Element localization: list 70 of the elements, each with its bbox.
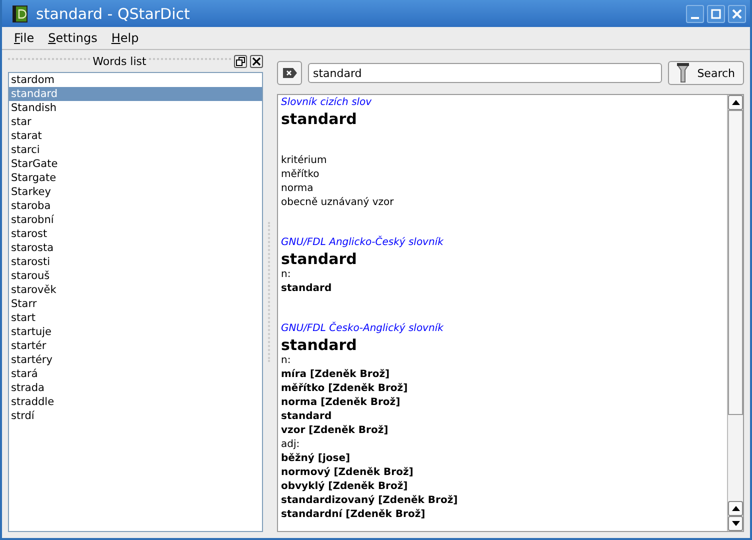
list-item[interactable]: starat: [9, 129, 262, 143]
list-item[interactable]: strada: [9, 381, 262, 395]
list-item[interactable]: staroba: [9, 199, 262, 213]
list-item[interactable]: strdí: [9, 409, 262, 423]
definition-line: míra [Zdeněk Brož]: [281, 368, 391, 382]
definition-line: vzor [Zdeněk Brož]: [281, 424, 390, 438]
definition-line: standard: [281, 410, 333, 424]
list-item[interactable]: startér: [9, 339, 262, 353]
window-title: standard - QStarDict: [36, 4, 190, 22]
list-item[interactable]: star: [9, 115, 262, 129]
definition-line: měřítko [Zdeněk Brož]: [281, 382, 409, 396]
up-arrow-icon: [732, 100, 740, 105]
list-item[interactable]: Starkey: [9, 185, 262, 199]
list-item[interactable]: Standish: [9, 101, 262, 115]
definition-line: obvyklý [Zdeněk Brož]: [281, 480, 409, 494]
close-icon: [731, 8, 743, 20]
funnel-icon: [677, 63, 690, 83]
definition-line: adj:: [281, 438, 301, 452]
list-item[interactable]: starosta: [9, 241, 262, 255]
list-item[interactable]: start: [9, 311, 262, 325]
minimize-button[interactable]: [686, 4, 704, 22]
down-arrow-icon: [732, 521, 740, 526]
search-button[interactable]: Search: [668, 61, 744, 85]
dock-title: Words list: [92, 54, 146, 68]
definition-line: obecně uznávaný vzor: [281, 196, 395, 210]
list-item[interactable]: stardom: [9, 73, 262, 87]
list-item[interactable]: starouš: [9, 269, 262, 283]
close-button[interactable]: [250, 54, 264, 68]
definition-line: normový [Zdeněk Brož]: [281, 466, 414, 480]
list-item[interactable]: Stargate: [9, 171, 262, 185]
definition-line: běžný [jose]: [281, 452, 352, 466]
definition-line: kritérium: [281, 154, 328, 168]
list-item[interactable]: starosti: [9, 255, 262, 269]
definition-line: měřítko: [281, 168, 320, 182]
scrollbar[interactable]: [727, 95, 743, 531]
definition-line: standardní [Zdeněk Brož]: [281, 508, 426, 522]
list-item[interactable]: straddle: [9, 395, 262, 409]
menu-item[interactable]: Settings: [44, 31, 102, 45]
app-icon: [12, 4, 28, 22]
float-button[interactable]: [234, 54, 248, 68]
list-item[interactable]: starobní: [9, 213, 262, 227]
menu-item[interactable]: File: [10, 31, 38, 45]
definition-line: norma: [281, 182, 314, 196]
list-item[interactable]: Starr: [9, 297, 262, 311]
list-item[interactable]: starci: [9, 143, 262, 157]
headword: standard: [281, 110, 358, 128]
up-arrow-icon: [732, 506, 740, 511]
definition-line: norma [Zdeněk Brož]: [281, 396, 402, 410]
dictionary-name: GNU/FDL Česko-Anglický slovník: [281, 322, 444, 336]
list-item[interactable]: startéry: [9, 353, 262, 367]
clear-icon: [282, 67, 298, 79]
maximize-icon: [710, 8, 722, 20]
list-item[interactable]: starověk: [9, 283, 262, 297]
dictionary-name: GNU/FDL Anglicko-Český slovník: [281, 236, 444, 250]
definition-line: n:: [281, 268, 292, 282]
minimize-icon: [691, 16, 699, 18]
maximize-button[interactable]: [707, 4, 725, 22]
definition-line: standard: [281, 282, 333, 296]
clear-button[interactable]: [277, 61, 302, 85]
headword: standard: [281, 336, 358, 354]
list-item[interactable]: startuje: [9, 325, 262, 339]
search-field[interactable]: standard: [308, 63, 662, 83]
dictionary-name: Slovník cizích slov: [281, 96, 373, 110]
menu-item[interactable]: Help: [107, 31, 143, 45]
headword: standard: [281, 250, 358, 268]
list-item[interactable]: stará: [9, 367, 262, 381]
list-item[interactable]: starost: [9, 227, 262, 241]
definition-line: standardizovaný [Zdeněk Brož]: [281, 494, 459, 508]
definition-line: n:: [281, 354, 292, 368]
list-item[interactable]: StarGate: [9, 157, 262, 171]
